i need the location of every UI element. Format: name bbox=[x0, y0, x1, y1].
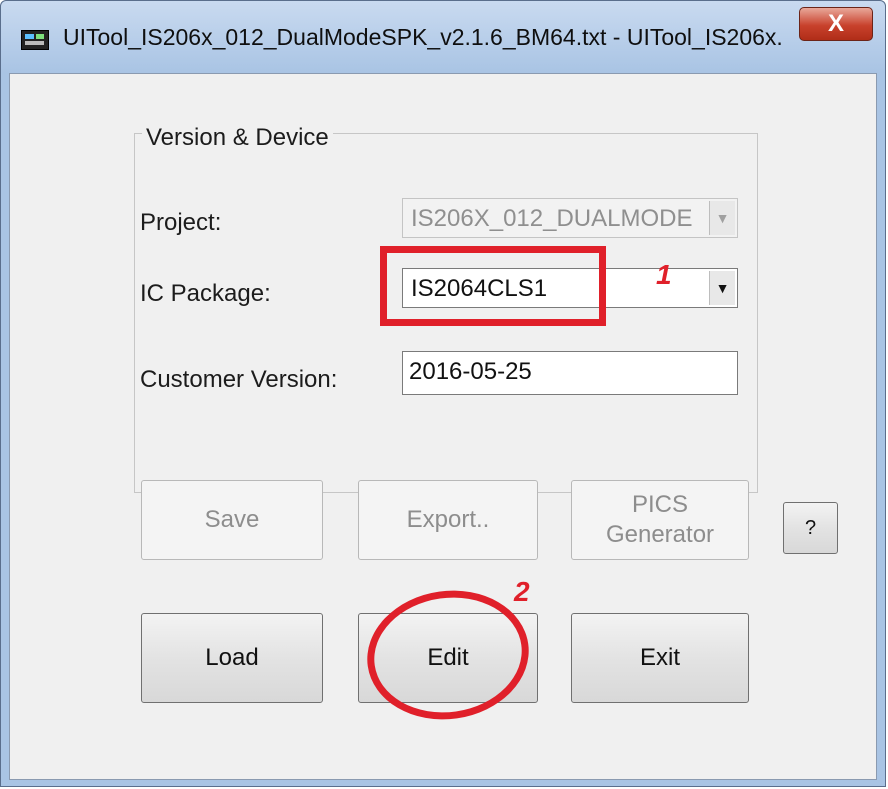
group-title: Version & Device bbox=[142, 124, 333, 152]
save-button[interactable]: Save bbox=[141, 480, 323, 560]
window-title: UITool_IS206x_012_DualModeSPK_v2.1.6_BM6… bbox=[63, 24, 783, 50]
customer-version-input[interactable]: 2016-05-25 bbox=[402, 351, 738, 395]
close-button[interactable]: X bbox=[799, 7, 873, 41]
load-button[interactable]: Load bbox=[141, 613, 323, 703]
ic-package-label: IC Package: bbox=[140, 280, 271, 307]
project-value: IS206X_012_DUALMODE bbox=[411, 205, 693, 232]
exit-button[interactable]: Exit bbox=[571, 613, 749, 703]
customer-version-label: Customer Version: bbox=[140, 366, 338, 393]
help-button[interactable]: ? bbox=[783, 502, 838, 554]
pics-generator-button[interactable]: PICS Generator bbox=[571, 480, 749, 560]
annotation-step-2: 2 bbox=[514, 576, 530, 607]
annotation-highlight-box bbox=[380, 246, 606, 326]
pics-generator-label-line1: PICS bbox=[631, 491, 688, 518]
title-bar[interactable]: UITool_IS206x_012_DualModeSPK_v2.1.6_BM6… bbox=[1, 1, 885, 73]
app-icon bbox=[21, 30, 49, 50]
project-label: Project: bbox=[140, 209, 222, 236]
chevron-down-icon[interactable]: ▼ bbox=[709, 271, 735, 305]
pics-generator-label-line2: Generator bbox=[605, 521, 715, 548]
annotation-step-1: 1 bbox=[656, 259, 672, 290]
customer-version-value: 2016-05-25 bbox=[409, 358, 532, 385]
app-window: UITool_IS206x_012_DualModeSPK_v2.1.6_BM6… bbox=[0, 0, 886, 787]
close-icon: X bbox=[827, 10, 844, 37]
export-button[interactable]: Export.. bbox=[358, 480, 538, 560]
project-select: IS206X_012_DUALMODE ▼ bbox=[402, 198, 738, 238]
chevron-down-icon: ▼ bbox=[709, 201, 735, 235]
